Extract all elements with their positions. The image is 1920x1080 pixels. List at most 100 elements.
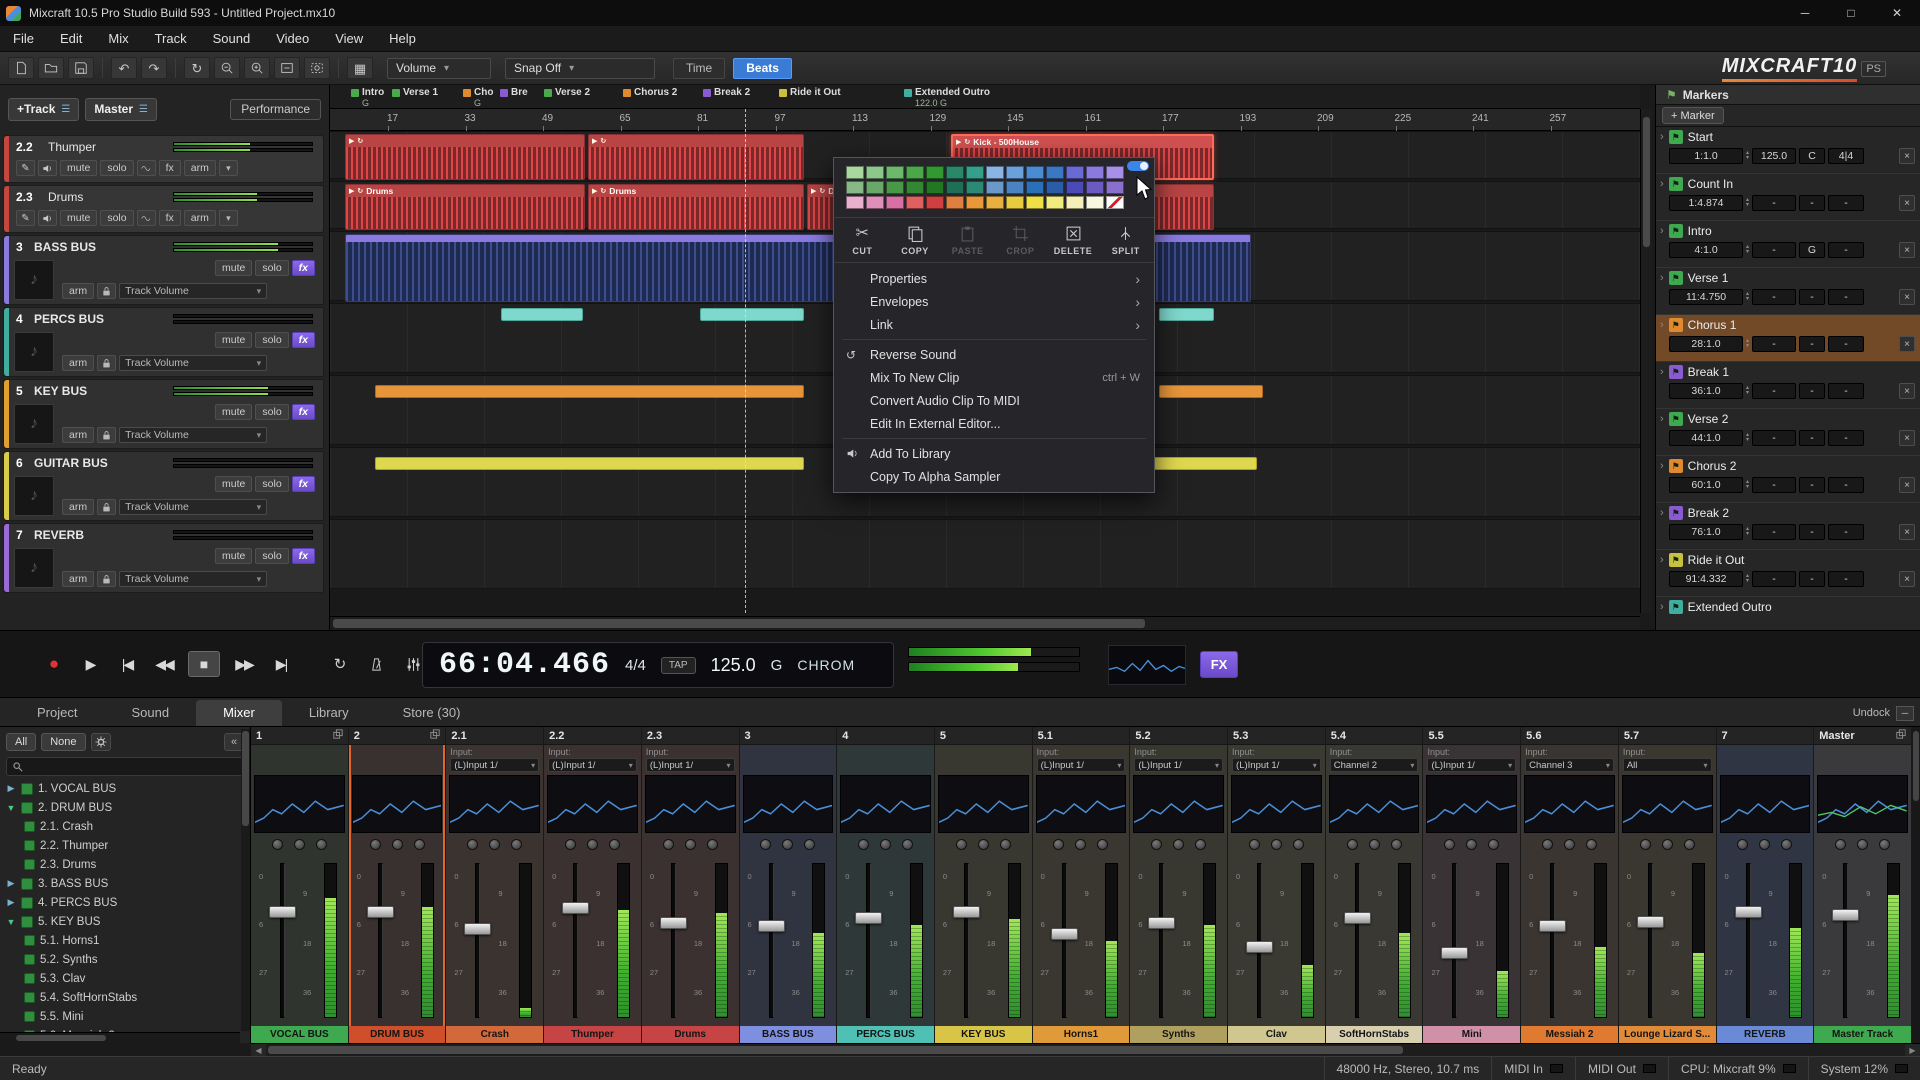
strip-name-label[interactable]: BASS BUS: [740, 1026, 837, 1043]
color-swatch[interactable]: [986, 181, 1004, 194]
tree-none-button[interactable]: None: [41, 733, 85, 751]
color-swatch[interactable]: [926, 196, 944, 209]
tree-item-5-4-softhornstabs[interactable]: 5.4. SoftHornStabs: [0, 988, 240, 1007]
arrow-right-icon[interactable]: ▶: [6, 783, 16, 794]
context-item-envelopes[interactable]: Envelopes›: [834, 290, 1154, 313]
spinner-icon[interactable]: ▴▾: [1746, 151, 1749, 161]
strip-name-label[interactable]: VOCAL BUS: [251, 1026, 348, 1043]
knob-icon[interactable]: [489, 839, 500, 850]
spinner-icon[interactable]: ▴▾: [1746, 433, 1749, 443]
marker-key-field[interactable]: -: [1799, 383, 1825, 399]
fader-handle[interactable]: [855, 912, 882, 924]
lock-icon[interactable]: [97, 571, 116, 587]
spinner-icon[interactable]: ▴▾: [1746, 198, 1749, 208]
color-swatch[interactable]: [1106, 166, 1124, 179]
context-cut-button[interactable]: ✂CUT: [836, 224, 889, 256]
knob-icon[interactable]: [902, 839, 913, 850]
marker-position-field[interactable]: 91:4.332: [1669, 571, 1743, 587]
color-swatch[interactable]: [1086, 196, 1104, 209]
marker-timesig-field[interactable]: -: [1828, 195, 1864, 211]
knob-icon[interactable]: [1293, 839, 1304, 850]
strip-name-label[interactable]: KEY BUS: [935, 1026, 1032, 1043]
color-swatch[interactable]: [1006, 196, 1024, 209]
color-swatch[interactable]: [946, 196, 964, 209]
arrow-right-icon[interactable]: ▶: [6, 897, 16, 908]
zoom-out-icon[interactable]: [214, 57, 240, 79]
color-swatch[interactable]: [1066, 196, 1084, 209]
marker-position-field[interactable]: 76:1.0: [1669, 524, 1743, 540]
mixer-vertical-scrollbar[interactable]: [1912, 727, 1920, 1043]
chevron-down-icon[interactable]: ▾: [219, 160, 238, 176]
mute-button[interactable]: mute: [215, 332, 252, 348]
stop-button[interactable]: ■: [188, 651, 220, 677]
mute-button[interactable]: mute: [215, 548, 252, 564]
menu-sound[interactable]: Sound: [200, 26, 264, 51]
delete-marker-icon[interactable]: ×: [1899, 242, 1915, 258]
strip-name-label[interactable]: PERCS BUS: [837, 1026, 934, 1043]
knob-icon[interactable]: [1000, 839, 1011, 850]
marker-position-field[interactable]: 36:1.0: [1669, 383, 1743, 399]
strip-eq-display[interactable]: [743, 775, 834, 833]
marker-tempo-field[interactable]: 125.0: [1752, 148, 1796, 164]
close-icon[interactable]: ✕: [1874, 0, 1920, 26]
knob-icon[interactable]: [316, 839, 327, 850]
marker-key-field[interactable]: G: [1799, 242, 1825, 258]
strip-eq-display[interactable]: [352, 775, 443, 833]
solo-button[interactable]: solo: [255, 476, 288, 492]
mute-button[interactable]: mute: [215, 404, 252, 420]
mute-button[interactable]: mute: [215, 260, 252, 276]
input-dropdown[interactable]: (L)Input 1/▾: [548, 758, 637, 772]
strip-eq-display[interactable]: [645, 775, 736, 833]
fader-handle[interactable]: [1148, 917, 1175, 929]
solo-button[interactable]: solo: [100, 210, 133, 226]
color-swatch[interactable]: [906, 181, 924, 194]
redo-icon[interactable]: ↷: [141, 57, 167, 79]
marker-position-field[interactable]: 60:1.0: [1669, 477, 1743, 493]
strip-header[interactable]: 5.2: [1130, 727, 1227, 745]
knob-icon[interactable]: [1391, 839, 1402, 850]
mixer-strip-2.2[interactable]: 2.2Input:(L)Input 1/▾062791836Thumper: [544, 727, 642, 1043]
rewind-button[interactable]: ◀◀: [151, 651, 177, 677]
color-swatch[interactable]: [1066, 166, 1084, 179]
marker-key-field[interactable]: C: [1799, 148, 1825, 164]
knob-icon[interactable]: [1879, 839, 1890, 850]
menu-view[interactable]: View: [322, 26, 376, 51]
section-marker[interactable]: Chorus 2: [623, 87, 677, 98]
track-volume-dropdown[interactable]: Track Volume▾: [119, 355, 267, 371]
strip-name-label[interactable]: Drums: [642, 1026, 739, 1043]
spinner-icon[interactable]: ▴▾: [1746, 245, 1749, 255]
mixer-strip-5.7[interactable]: 5.7Input:All▾062791836Lounge Lizard S...: [1619, 727, 1717, 1043]
menu-edit[interactable]: Edit: [47, 26, 95, 51]
scroll-right-icon[interactable]: ▶: [1905, 1044, 1920, 1056]
chevron-right-icon[interactable]: ›: [1660, 554, 1664, 566]
fader-handle[interactable]: [1051, 928, 1078, 940]
marker-row[interactable]: ›⚑Verse 111:4.750▴▾---×: [1656, 268, 1920, 315]
input-dropdown[interactable]: All▾: [1623, 758, 1712, 772]
spinner-icon[interactable]: ▴▾: [1746, 339, 1749, 349]
chevron-right-icon[interactable]: ›: [1660, 178, 1664, 190]
section-marker[interactable]: Extended Outro122.0 G: [904, 87, 990, 108]
knob-icon[interactable]: [1097, 839, 1108, 850]
knob-icon[interactable]: [1488, 839, 1499, 850]
knob-icon[interactable]: [1542, 839, 1553, 850]
chevron-right-icon[interactable]: ›: [1660, 131, 1664, 143]
knob-icon[interactable]: [858, 839, 869, 850]
marker-position-field[interactable]: 1:1.0: [1669, 148, 1743, 164]
spinner-icon[interactable]: ▴▾: [1746, 574, 1749, 584]
section-marker[interactable]: Verse 2: [544, 87, 590, 98]
delete-marker-icon[interactable]: ×: [1899, 148, 1915, 164]
automation-mode-dropdown[interactable]: Volume▾: [387, 58, 491, 79]
spinner-icon[interactable]: ▴▾: [1746, 292, 1749, 302]
strip-header[interactable]: 5.3: [1228, 727, 1325, 745]
chevron-right-icon[interactable]: ›: [1660, 225, 1664, 237]
knob-icon[interactable]: [685, 839, 696, 850]
audio-clip[interactable]: ▶↻: [345, 134, 585, 180]
beats-mode-button[interactable]: Beats: [733, 58, 792, 79]
tree-item-2-2-thumper[interactable]: 2.2. Thumper: [0, 836, 240, 855]
tree-item-2-3-drums[interactable]: 2.3. Drums: [0, 855, 240, 874]
strip-eq-display[interactable]: [1036, 775, 1127, 833]
context-item-edit-in-external-editor-[interactable]: Edit In External Editor...: [834, 412, 1154, 435]
arm-button[interactable]: arm: [62, 283, 94, 299]
strip-header[interactable]: 5.1: [1033, 727, 1130, 745]
fader-handle[interactable]: [562, 902, 589, 914]
